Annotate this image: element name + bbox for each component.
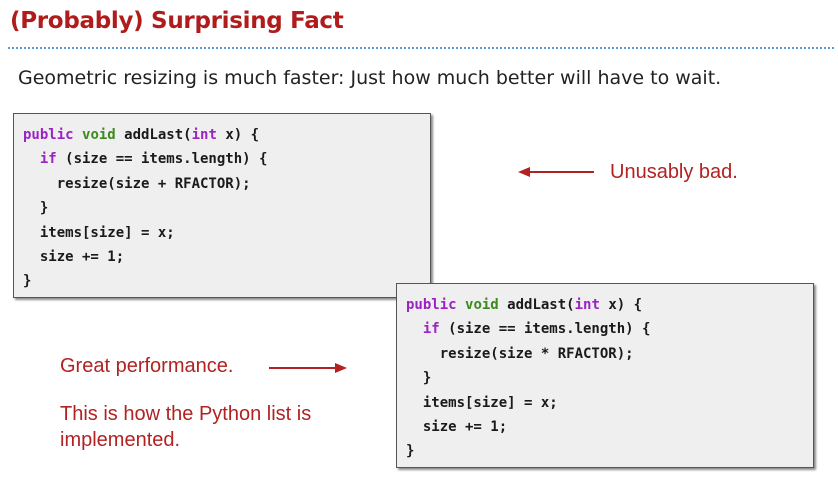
code-token: x) { [216,127,260,143]
code-token: size += 1; [39,249,125,265]
code-line: items[size] = x; [406,394,558,412]
annotation-great-performance: Great performance. [60,355,234,377]
code-line: resize(size + RFACTOR); [23,175,251,193]
code-line: } [23,199,48,217]
code-token: } [23,273,32,290]
code-line: if (size == items.length) { [23,150,268,168]
arrow-left-icon [518,167,594,177]
slide-subtitle: Geometric resizing is much faster: Just … [18,67,722,89]
code-line: resize(size * RFACTOR); [406,345,634,363]
code-keyword: void [465,297,499,313]
code-keyword: void [82,127,116,143]
code-keyword: public [406,297,457,313]
code-keyword: if [422,321,440,338]
annotation-python-line-1: This is how the Python list is [60,403,312,425]
code-token: (size == items.length) { [56,151,268,168]
annotation-unusably-bad: Unusably bad. [610,161,738,183]
code-token: } [406,443,415,460]
code-line: items[size] = x; [23,224,175,242]
code-keyword: public [23,127,74,143]
code-token: resize(size + RFACTOR); [56,175,251,192]
code-block-geometric: public void addLast(int x) { if (size ==… [396,283,814,468]
code-line: } [23,272,31,290]
code-token: x) { [599,297,643,313]
code-token: } [39,200,49,217]
code-token: addLast( [115,127,192,143]
code-token: items[size] = x; [39,224,175,241]
code-token: addLast( [498,297,575,313]
code-line: if (size == items.length) { [406,320,651,338]
slide-title: (Probably) Surprising Fact [10,8,344,34]
code-token: } [422,370,432,387]
annotation-python-line-2: implemented. [60,429,181,451]
code-token: resize(size * RFACTOR); [439,345,634,362]
code-line: size += 1; [23,248,124,266]
code-token: items[size] = x; [422,394,558,411]
arrow-right-icon [269,363,347,373]
code-keyword: int [574,297,600,313]
code-line: public void addLast(int x) { [406,296,642,314]
code-line: } [406,369,431,387]
code-keyword: if [39,151,57,168]
code-line: public void addLast(int x) { [23,126,259,144]
code-token: (size == items.length) { [439,321,651,338]
code-block-additive: public void addLast(int x) { if (size ==… [13,113,431,298]
code-line: size += 1; [406,418,507,436]
code-line: } [406,442,414,460]
code-keyword: int [191,127,217,143]
code-token: size += 1; [422,419,508,435]
title-divider [8,47,834,49]
